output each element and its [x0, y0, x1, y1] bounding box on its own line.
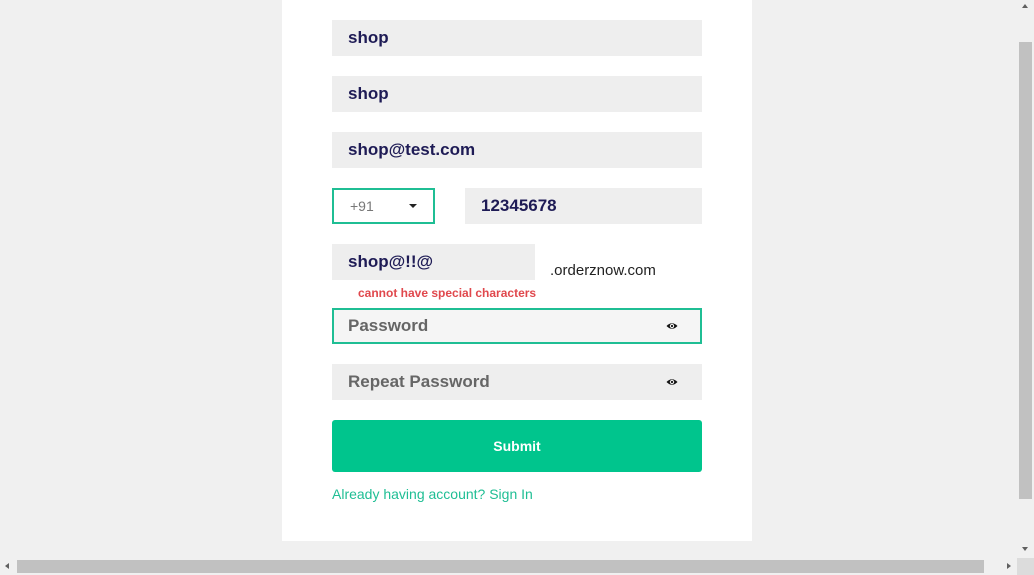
subdomain-field[interactable]: shop@!!@: [332, 244, 535, 280]
password-field[interactable]: Password: [332, 308, 702, 344]
chevron-down-icon: [409, 204, 417, 208]
phone-value: 12345678: [481, 196, 557, 215]
subdomain-value: shop@!!@: [348, 252, 434, 271]
horizontal-scrollbar[interactable]: [0, 558, 1017, 575]
eye-icon[interactable]: [666, 376, 678, 388]
scroll-left-icon[interactable]: [5, 563, 9, 569]
country-code-select[interactable]: +91: [332, 188, 435, 224]
scrollbar-corner: [1017, 558, 1034, 575]
email-value: shop@test.com: [348, 140, 476, 159]
vertical-scrollbar[interactable]: [1017, 0, 1034, 558]
scroll-down-icon[interactable]: [1022, 547, 1028, 551]
last-name-field[interactable]: shop: [332, 76, 702, 112]
last-name-value: shop: [348, 84, 389, 103]
repeat-password-field[interactable]: Repeat Password: [332, 364, 702, 400]
submit-button[interactable]: Submit: [332, 420, 702, 472]
scroll-up-icon[interactable]: [1022, 4, 1028, 8]
phone-field[interactable]: 12345678: [465, 188, 702, 224]
scroll-right-icon[interactable]: [1007, 563, 1011, 569]
sign-in-link[interactable]: Already having account? Sign In: [332, 486, 533, 502]
repeat-password-placeholder: Repeat Password: [348, 372, 490, 391]
subdomain-error: cannot have special characters: [358, 286, 537, 300]
domain-suffix: .orderznow.com: [550, 262, 656, 279]
first-name-value: shop: [348, 28, 389, 47]
password-placeholder: Password: [348, 316, 429, 335]
email-field[interactable]: shop@test.com: [332, 132, 702, 168]
vertical-scroll-thumb[interactable]: [1019, 42, 1032, 499]
first-name-field[interactable]: shop: [332, 20, 702, 56]
horizontal-scroll-thumb[interactable]: [17, 560, 984, 573]
eye-icon[interactable]: [666, 320, 678, 332]
country-code-value: +91: [350, 198, 374, 214]
